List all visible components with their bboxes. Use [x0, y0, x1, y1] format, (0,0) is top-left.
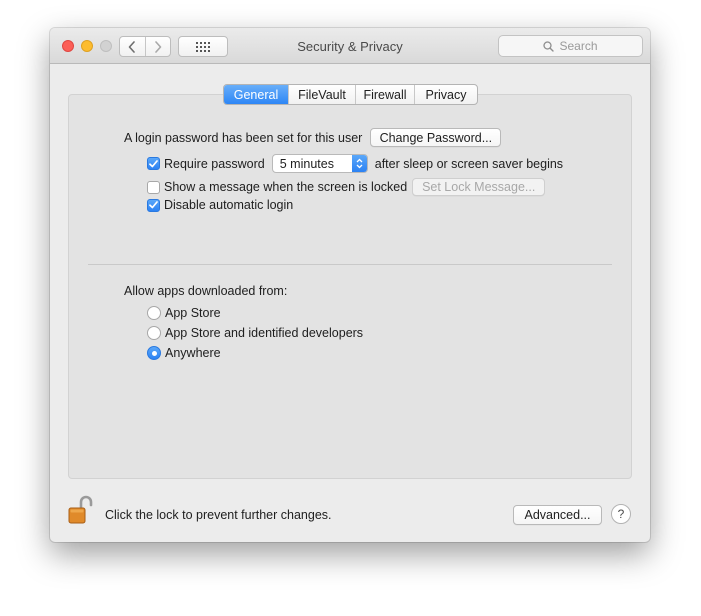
require-password-row: Require password 5 minutes after sleep o…: [147, 154, 563, 173]
search-placeholder: Search: [559, 39, 598, 53]
grid-icon: [196, 41, 210, 52]
chevron-left-icon: [128, 40, 136, 53]
chevron-right-icon: [154, 40, 162, 53]
search-field[interactable]: Search: [498, 35, 643, 57]
radio-anywhere[interactable]: [147, 346, 161, 360]
require-password-suffix: after sleep or screen saver begins: [374, 156, 564, 171]
change-password-button[interactable]: Change Password...: [370, 128, 502, 147]
set-lock-message-button[interactable]: Set Lock Message...: [412, 178, 546, 196]
require-password-label: Require password: [164, 156, 265, 171]
security-privacy-window: Security & Privacy Search General FileVa…: [50, 28, 650, 542]
back-button[interactable]: [120, 37, 145, 56]
require-password-checkbox[interactable]: [147, 157, 160, 170]
login-password-row: A login password has been set for this u…: [124, 128, 502, 147]
disable-auto-login-row: Disable automatic login: [147, 198, 293, 212]
tab-bar: General FileVault Firewall Privacy: [223, 84, 478, 105]
minimize-window-button[interactable]: [81, 40, 93, 52]
radio-identified-developers-label: App Store and identified developers: [165, 326, 364, 340]
show-message-checkbox[interactable]: [147, 180, 160, 194]
tab-filevault[interactable]: FileVault: [288, 85, 355, 104]
require-password-interval-popup[interactable]: 5 minutes: [271, 154, 368, 173]
radio-app-store[interactable]: [147, 306, 161, 320]
show-message-row: Show a message when the screen is locked…: [147, 178, 546, 196]
radio-app-store-label: App Store: [165, 306, 221, 320]
show-all-button[interactable]: [178, 36, 228, 57]
show-message-label: Show a message when the screen is locked: [164, 180, 408, 194]
tab-privacy[interactable]: Privacy: [414, 85, 477, 104]
unlocked-padlock-icon: [68, 495, 93, 524]
allow-apps-heading: Allow apps downloaded from:: [124, 284, 288, 298]
disable-auto-login-label: Disable automatic login: [164, 198, 294, 212]
advanced-row: Advanced...: [513, 505, 602, 525]
updown-arrows-icon: [351, 155, 367, 172]
radio-identified-developers[interactable]: [147, 326, 161, 340]
title-bar: Security & Privacy Search: [50, 28, 650, 64]
search-icon: [543, 40, 555, 52]
login-password-text: A login password has been set for this u…: [124, 130, 363, 145]
lock-button[interactable]: [66, 494, 96, 526]
tab-general[interactable]: General: [224, 85, 288, 104]
radio-anywhere-row[interactable]: Anywhere: [147, 346, 221, 360]
close-window-button[interactable]: [62, 40, 74, 52]
section-divider: [88, 264, 612, 265]
navigation-buttons: [119, 36, 171, 57]
zoom-window-button[interactable]: [100, 40, 112, 52]
disable-auto-login-checkbox[interactable]: [147, 198, 160, 212]
checkmark-icon: [149, 201, 158, 209]
help-button[interactable]: ?: [611, 504, 631, 524]
checkmark-icon: [149, 159, 158, 167]
window-title: Security & Privacy: [297, 39, 403, 54]
radio-identified-developers-row[interactable]: App Store and identified developers: [147, 326, 363, 340]
forward-button[interactable]: [144, 37, 171, 56]
interval-value: 5 minutes: [279, 156, 334, 171]
radio-app-store-row[interactable]: App Store: [147, 306, 221, 320]
tab-firewall[interactable]: Firewall: [355, 85, 414, 104]
advanced-button[interactable]: Advanced...: [513, 505, 602, 525]
lock-message: Click the lock to prevent further change…: [105, 508, 332, 522]
radio-anywhere-label: Anywhere: [165, 346, 221, 360]
